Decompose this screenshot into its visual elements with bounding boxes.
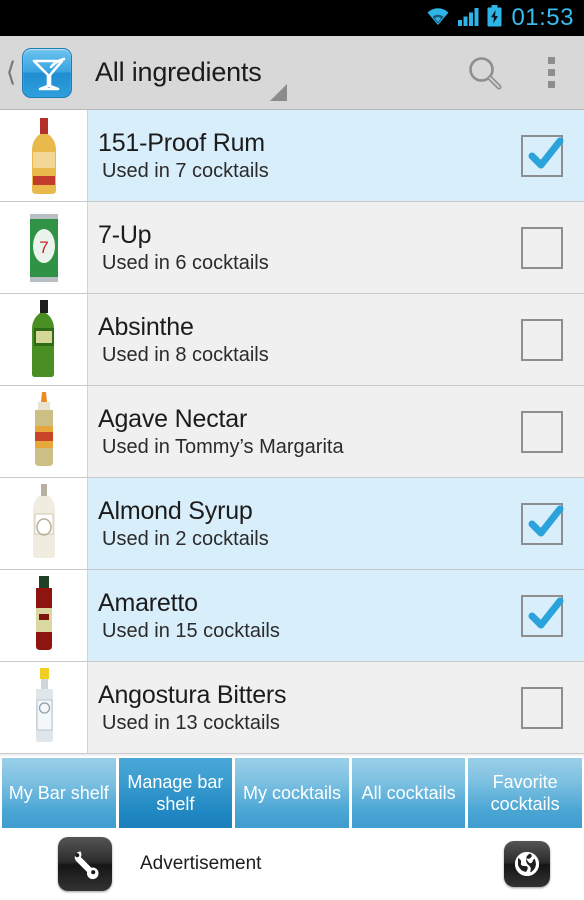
absinthe-bottle-thumbnail xyxy=(21,298,67,382)
action-bar: ⟨ All ingredients xyxy=(0,36,584,110)
checkbox-unchecked-icon[interactable] xyxy=(521,318,563,361)
ingredient-usage: Used in 2 cocktails xyxy=(102,527,269,550)
ingredient-text-block: 7-Up Used in 6 cocktails xyxy=(88,202,500,293)
svg-text:7: 7 xyxy=(39,238,48,257)
ingredient-row[interactable]: Angostura Bitters Used in 13 cocktails xyxy=(0,662,584,754)
ingredient-name: Angostura Bitters xyxy=(98,680,287,709)
globe-icon-button[interactable] xyxy=(504,841,550,887)
ingredient-thumbnail-cell: 7 xyxy=(0,202,88,293)
ingredient-row[interactable]: Almond Syrup Used in 2 cocktails xyxy=(0,478,584,570)
globe-icon xyxy=(515,852,539,876)
agave-bottle-thumbnail xyxy=(21,390,67,474)
ingredient-usage: Used in 13 cocktails xyxy=(102,711,280,734)
checkbox-checked-icon[interactable] xyxy=(521,134,567,177)
search-button[interactable] xyxy=(452,36,518,110)
clock: 01:53 xyxy=(511,3,574,31)
ingredient-checkbox-cell[interactable] xyxy=(500,478,584,569)
wrench-icon xyxy=(74,851,99,880)
ingredient-text-block: Agave Nectar Used in Tommy’s Margarita xyxy=(88,386,500,477)
ingredient-text-block: Almond Syrup Used in 2 cocktails xyxy=(88,478,500,569)
checkbox-checked-icon[interactable] xyxy=(521,594,567,637)
status-bar: 01:53 xyxy=(0,0,584,36)
app-icon-martini-glass[interactable] xyxy=(22,47,72,98)
wrench-icon-button[interactable] xyxy=(58,837,112,891)
ingredient-usage: Used in 15 cocktails xyxy=(102,619,280,642)
page-title[interactable]: All ingredients xyxy=(95,57,262,88)
checkbox-unchecked-icon[interactable] xyxy=(521,686,563,729)
amaretto-bottle-thumbnail xyxy=(21,574,67,658)
checkbox-unchecked-icon[interactable] xyxy=(521,410,563,453)
ingredient-row[interactable]: 7 7-Up Used in 6 cocktails xyxy=(0,202,584,294)
ingredient-usage: Used in 7 cocktails xyxy=(102,159,269,182)
ingredient-thumbnail-cell xyxy=(0,662,88,753)
ingredient-text-block: Amaretto Used in 15 cocktails xyxy=(88,570,500,661)
checkbox-checked-icon[interactable] xyxy=(521,502,567,545)
ingredient-thumbnail-cell xyxy=(0,570,88,661)
ingredient-name: 151-Proof Rum xyxy=(98,128,265,157)
martini-glass-icon xyxy=(32,57,66,90)
ingredient-list[interactable]: 151-Proof Rum Used in 7 cocktails 7 7-Up Use… xyxy=(0,110,584,756)
ingredient-usage: Used in Tommy’s Margarita xyxy=(102,435,344,458)
ingredient-row[interactable]: Absinthe Used in 8 cocktails xyxy=(0,294,584,386)
soda-can-thumbnail: 7 xyxy=(21,206,67,290)
overflow-menu-icon xyxy=(547,57,555,88)
tab-favorite-cocktails[interactable]: Favorite cocktails xyxy=(468,758,582,828)
ingredient-name: Absinthe xyxy=(98,312,194,341)
tab-manage-bar-shelf[interactable]: Manage bar shelf xyxy=(118,758,233,828)
ingredient-checkbox-cell[interactable] xyxy=(500,294,584,385)
ingredient-row[interactable]: Agave Nectar Used in Tommy’s Margarita xyxy=(0,386,584,478)
ingredient-text-block: Absinthe Used in 8 cocktails xyxy=(88,294,500,385)
ingredient-name: 7-Up xyxy=(98,220,152,249)
battery-charging-icon xyxy=(487,4,502,32)
signal-icon xyxy=(458,6,480,31)
rum-bottle-thumbnail xyxy=(21,114,67,198)
ingredient-checkbox-cell[interactable] xyxy=(500,386,584,477)
search-icon xyxy=(469,56,502,89)
app-screen: 01:53 ⟨ All ingredients 151-Proof Rum Us… xyxy=(0,0,584,900)
tab-bar[interactable]: My Bar shelf Manage bar shelf My cocktails… xyxy=(0,756,584,828)
ingredient-text-block: Angostura Bitters Used in 13 cocktails xyxy=(88,662,500,753)
dropdown-triangle-icon[interactable] xyxy=(269,84,287,101)
ingredient-text-block: 151-Proof Rum Used in 7 cocktails xyxy=(88,110,500,201)
overflow-menu-button[interactable] xyxy=(518,36,584,110)
ingredient-name: Almond Syrup xyxy=(98,496,253,525)
ingredient-checkbox-cell[interactable] xyxy=(500,202,584,293)
ingredient-thumbnail-cell xyxy=(0,386,88,477)
tab-my-bar-shelf[interactable]: My Bar shelf xyxy=(2,758,116,828)
tab-my-cocktails[interactable]: My cocktails xyxy=(235,758,349,828)
back-chevron-icon[interactable]: ⟨ xyxy=(1,59,21,86)
ingredient-checkbox-cell[interactable] xyxy=(500,662,584,753)
checkbox-unchecked-icon[interactable] xyxy=(521,226,563,269)
ingredient-name: Agave Nectar xyxy=(98,404,248,433)
ingredient-usage: Used in 8 cocktails xyxy=(102,343,269,366)
advertisement-bar[interactable]: Advertisement xyxy=(0,828,584,900)
tab-all-cocktails[interactable]: All cocktails xyxy=(351,758,466,828)
ingredient-thumbnail-cell xyxy=(0,110,88,201)
syrup-bottle-thumbnail xyxy=(21,482,67,566)
advertisement-label: Advertisement xyxy=(140,853,262,874)
ingredient-name: Amaretto xyxy=(98,588,198,617)
ingredient-thumbnail-cell xyxy=(0,294,88,385)
ingredient-row[interactable]: Amaretto Used in 15 cocktails xyxy=(0,570,584,662)
ingredient-checkbox-cell[interactable] xyxy=(500,570,584,661)
ingredient-usage: Used in 6 cocktails xyxy=(102,251,269,274)
bitters-bottle-thumbnail xyxy=(21,666,67,750)
ingredient-row[interactable]: 151-Proof Rum Used in 7 cocktails xyxy=(0,110,584,202)
ingredient-checkbox-cell[interactable] xyxy=(500,110,584,201)
ingredient-thumbnail-cell xyxy=(0,478,88,569)
wifi-icon xyxy=(425,6,451,31)
